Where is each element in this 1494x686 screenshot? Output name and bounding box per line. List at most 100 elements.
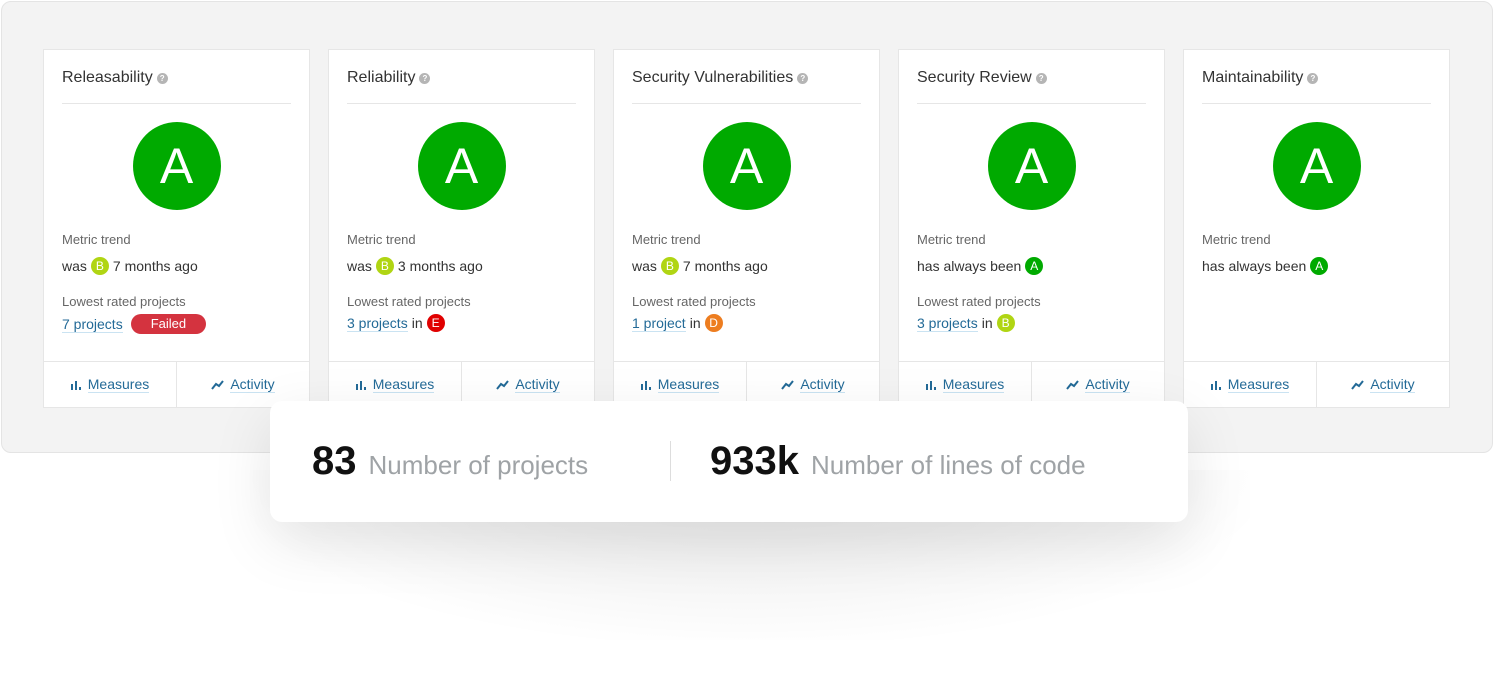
rating-badge-small: B — [90, 257, 109, 275]
card-title: Releasability? — [62, 68, 291, 104]
rating-badge-small: A — [1310, 257, 1329, 275]
help-icon[interactable]: ? — [1307, 73, 1319, 84]
card-footer: Measures Activity — [1184, 361, 1449, 407]
bar-chart-icon — [70, 380, 82, 390]
card-title-text: Reliability — [347, 69, 416, 86]
trend-suffix: 7 months ago — [112, 258, 198, 274]
metric-trend-label: Metric trend — [62, 232, 131, 247]
lowest-rated-label: Lowest rated projects — [347, 294, 471, 309]
metric-trend-value: has always been A — [917, 257, 1044, 275]
metric-trend-value: was B 7 months ago — [62, 257, 198, 275]
lowest-connector: in — [411, 315, 423, 331]
trend-suffix: 7 months ago — [682, 258, 768, 274]
rating-badge-large: A — [417, 122, 506, 210]
card-title-text: Security Vulnerabilities — [632, 69, 794, 86]
trend-prefix: was — [62, 258, 87, 274]
measures-label: Measures — [657, 376, 720, 393]
lowest-connector: in — [981, 315, 993, 331]
activity-label: Activity — [515, 376, 560, 393]
lowest-connector: in — [689, 315, 701, 331]
card-title: Security Vulnerabilities? — [632, 68, 861, 104]
measures-button[interactable]: Measures — [1184, 362, 1316, 407]
card-title: Maintainability? — [1202, 68, 1431, 104]
bar-chart-icon — [925, 380, 937, 390]
help-icon[interactable]: ? — [156, 73, 168, 84]
lowest-projects-link[interactable]: 3 projects — [917, 315, 978, 332]
trend-line-icon — [496, 379, 510, 390]
lowest-rated-value: 3 projects in B — [917, 314, 1015, 332]
metric-trend-label: Metric trend — [917, 232, 986, 247]
measures-label: Measures — [942, 376, 1005, 393]
help-icon[interactable]: ? — [797, 73, 809, 84]
activity-button[interactable]: Activity — [1316, 362, 1449, 407]
card-security-vulnerabilities: Security Vulnerabilities? A Metric trend… — [613, 49, 880, 408]
rating-badge-small: B — [660, 257, 679, 275]
measures-label: Measures — [372, 376, 435, 393]
lowest-projects-link[interactable]: 3 projects — [347, 315, 408, 332]
projects-label: Number of projects — [368, 450, 589, 480]
stat-lines-of-code: 933k Number of lines of code — [710, 439, 1086, 484]
metric-trend-label: Metric trend — [1202, 232, 1271, 247]
bar-chart-icon — [355, 380, 367, 390]
rating-badge-large: A — [987, 122, 1076, 210]
measures-label: Measures — [87, 376, 150, 393]
metric-trend-value: was B 7 months ago — [632, 257, 768, 275]
metric-trend-label: Metric trend — [347, 232, 416, 247]
card-title-text: Security Review — [917, 69, 1032, 86]
trend-prefix: was — [347, 258, 372, 274]
metric-trend-label: Metric trend — [632, 232, 701, 247]
card-security-review: Security Review? A Metric trend has alwa… — [898, 49, 1165, 408]
help-icon[interactable]: ? — [419, 73, 431, 84]
rating-badge-large: A — [1272, 122, 1361, 210]
card-releasability: Releasability? A Metric trend was B 7 mo… — [43, 49, 310, 408]
lowest-rated-value: 3 projects in E — [347, 314, 445, 332]
trend-prefix: has always been — [1202, 258, 1307, 274]
card-reliability: Reliability? A Metric trend was B 3 mont… — [328, 49, 595, 408]
lowest-rated-value: 1 project in D — [632, 314, 723, 332]
measures-label: Measures — [1227, 376, 1290, 393]
portfolio-panel: Releasability? A Metric trend was B 7 mo… — [1, 1, 1493, 453]
card-title-text: Maintainability — [1202, 69, 1304, 86]
rating-badge-small: D — [704, 314, 723, 332]
activity-label: Activity — [1370, 376, 1415, 393]
bar-chart-icon — [640, 380, 652, 390]
measures-button[interactable]: Measures — [44, 362, 176, 407]
card-maintainability: Maintainability? A Metric trend has alwa… — [1183, 49, 1450, 408]
activity-label: Activity — [1085, 376, 1130, 393]
trend-line-icon — [211, 379, 225, 390]
lowest-rated-value: 7 projects Failed — [62, 314, 207, 334]
help-icon[interactable]: ? — [1035, 73, 1047, 84]
trend-line-icon — [1066, 379, 1080, 390]
card-title: Reliability? — [347, 68, 576, 104]
stat-projects: 83 Number of projects — [312, 439, 588, 484]
trend-line-icon — [1351, 379, 1365, 390]
lowest-projects-link[interactable]: 1 project — [632, 315, 686, 332]
bar-chart-icon — [1210, 380, 1222, 390]
metric-trend-value: was B 3 months ago — [347, 257, 483, 275]
trend-prefix: has always been — [917, 258, 1022, 274]
trend-line-icon — [781, 379, 795, 390]
card-title: Security Review? — [917, 68, 1146, 104]
projects-count: 83 — [312, 439, 357, 483]
lowest-rated-label: Lowest rated projects — [62, 294, 186, 309]
summary-card: 83 Number of projects 933k Number of lin… — [270, 401, 1188, 522]
metric-trend-value: has always been A — [1202, 257, 1329, 275]
rating-badge-small: E — [426, 314, 445, 332]
failed-badge: Failed — [130, 314, 207, 334]
lowest-projects-link[interactable]: 7 projects — [62, 316, 123, 333]
rating-badge-small: A — [1025, 257, 1044, 275]
lowest-rated-label: Lowest rated projects — [632, 294, 756, 309]
rating-badge-small: B — [375, 257, 394, 275]
activity-label: Activity — [230, 376, 275, 393]
activity-label: Activity — [800, 376, 845, 393]
rating-badge-large: A — [132, 122, 221, 210]
rating-badge-small: B — [996, 314, 1015, 332]
loc-label: Number of lines of code — [810, 450, 1086, 480]
lowest-rated-label: Lowest rated projects — [917, 294, 1041, 309]
trend-prefix: was — [632, 258, 657, 274]
loc-count: 933k — [710, 439, 799, 483]
card-footer: Measures Activity — [44, 361, 309, 407]
trend-suffix: 3 months ago — [397, 258, 483, 274]
rating-badge-large: A — [702, 122, 791, 210]
summary-divider — [670, 441, 671, 481]
